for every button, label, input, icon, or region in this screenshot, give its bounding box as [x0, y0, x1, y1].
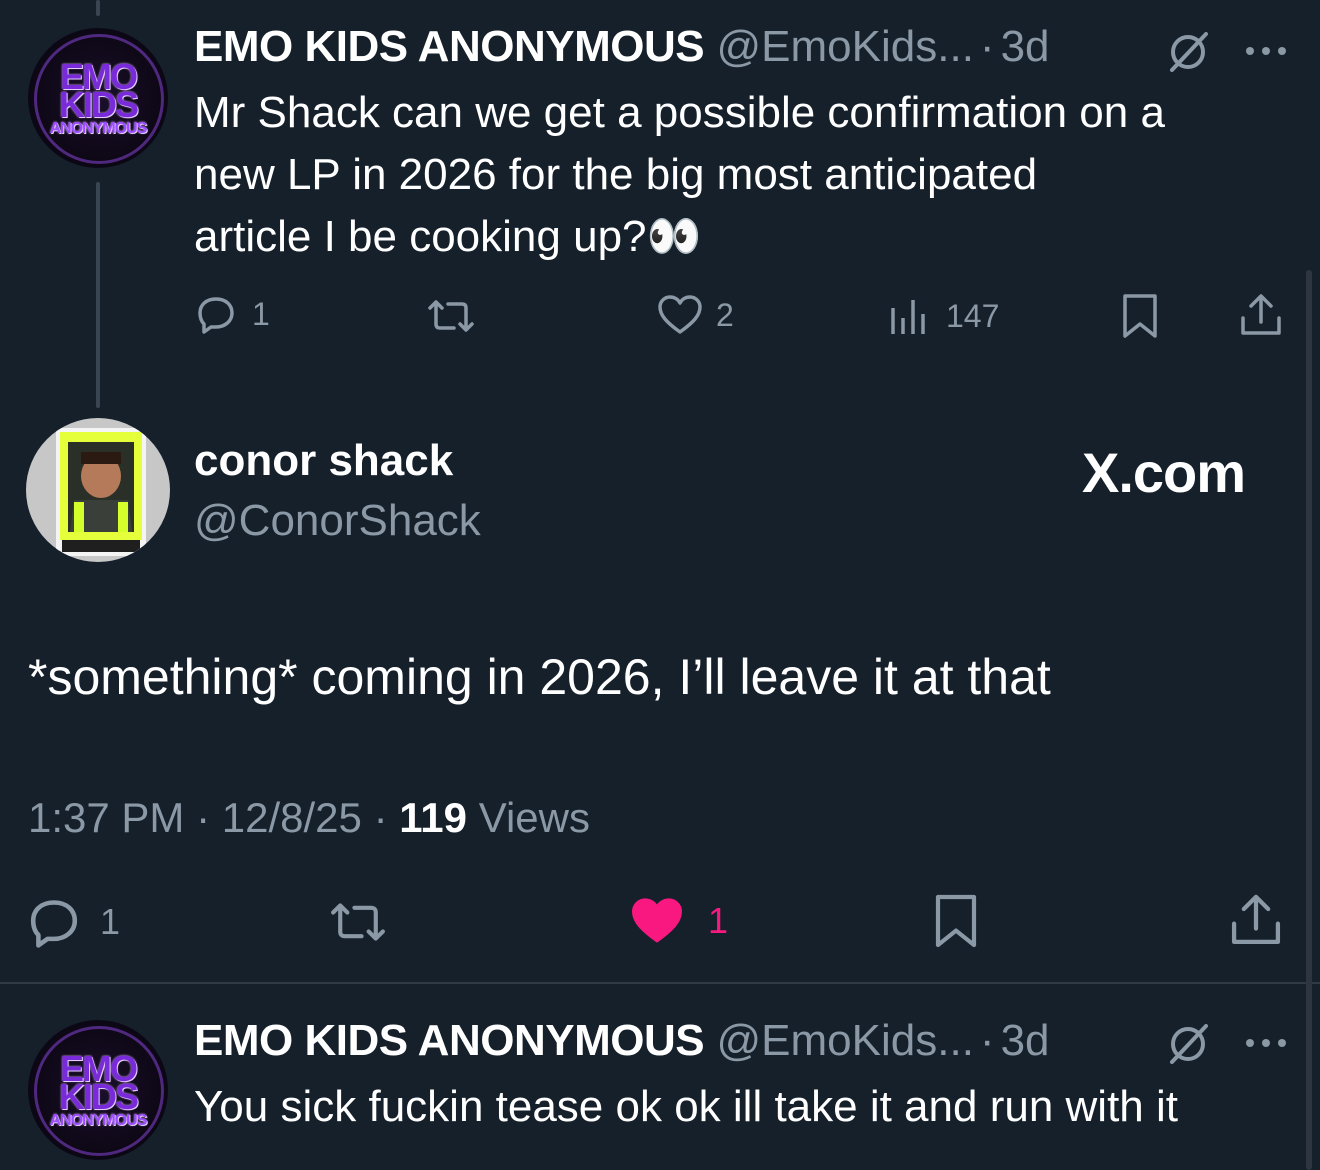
views-count: 147	[946, 297, 1000, 334]
reply-icon	[28, 896, 80, 948]
reply-button[interactable]: 1	[28, 896, 120, 948]
author-name[interactable]: conor shack	[194, 436, 453, 486]
bookmark-button[interactable]	[1120, 292, 1160, 340]
avatar-text-3: ANONYMOUS	[49, 1112, 148, 1129]
tweet-text: You sick fuckin tease ok ok ill take it …	[194, 1082, 1178, 1131]
share-icon	[1238, 292, 1284, 338]
reply-count: 1	[100, 901, 121, 942]
reply-button[interactable]: 1	[196, 294, 270, 334]
dot-separator: ·	[196, 794, 211, 841]
retweet-icon	[326, 900, 390, 944]
author-handle[interactable]: @ConorShack	[194, 496, 481, 546]
tweet-header: EMO KIDS ANONYMOUS @EmoKids... · 3d	[194, 22, 1050, 72]
author-handle[interactable]: @EmoKids...	[717, 22, 974, 71]
bookmark-icon	[932, 892, 980, 950]
retweet-icon	[424, 298, 478, 334]
tweet-time[interactable]: 3d	[1001, 1016, 1050, 1065]
avatar[interactable]: EMO KIDS ANONYMOUS	[28, 1020, 168, 1160]
bookmark-button[interactable]	[932, 892, 980, 950]
like-icon	[656, 294, 704, 336]
more-icon[interactable]	[1244, 1036, 1288, 1054]
thread-line	[96, 182, 100, 408]
thread-line-top	[96, 0, 100, 16]
retweet-button[interactable]	[326, 900, 390, 944]
tweet-text: *something* coming in 2026, I’ll leave i…	[28, 649, 1051, 705]
avatar-text-3: ANONYMOUS	[49, 120, 148, 137]
avatar[interactable]	[26, 418, 170, 562]
dot-separator: ·	[373, 794, 388, 841]
share-button[interactable]	[1228, 892, 1284, 948]
author-name[interactable]: EMO KIDS ANONYMOUS	[194, 22, 705, 71]
dot-separator: ·	[979, 22, 995, 71]
grok-icon[interactable]	[1166, 1022, 1210, 1071]
tweet-text: Mr Shack can we get a possible confirmat…	[194, 82, 1294, 268]
author-name[interactable]: EMO KIDS ANONYMOUS	[194, 1016, 705, 1065]
more-icon[interactable]	[1244, 44, 1288, 62]
tweet-text-line-3: article I be cooking up?👀	[194, 212, 702, 261]
views-button[interactable]: 147	[888, 296, 999, 336]
like-button[interactable]: 1	[628, 896, 728, 946]
views-icon	[888, 296, 930, 336]
bookmark-icon	[1120, 292, 1160, 340]
tweet-date[interactable]: 12/8/25	[222, 794, 362, 841]
author-handle[interactable]: @EmoKids...	[717, 1016, 974, 1065]
dot-separator: ·	[979, 1016, 995, 1065]
reply-icon	[196, 294, 236, 334]
share-icon	[1228, 892, 1284, 948]
tweet-time[interactable]: 1:37 PM	[28, 794, 184, 841]
tweet-text-line-1: Mr Shack can we get a possible confirmat…	[194, 88, 1165, 137]
like-button[interactable]: 2	[656, 294, 734, 336]
like-icon	[628, 896, 686, 946]
divider	[0, 982, 1320, 984]
like-count: 2	[716, 296, 734, 333]
like-count: 1	[708, 900, 729, 941]
tweet-time[interactable]: 3d	[1001, 22, 1050, 71]
tweet-text-line-2: new LP in 2026 for the big most anticipa…	[194, 150, 1038, 199]
views-label: Views	[478, 794, 590, 841]
retweet-button[interactable]	[424, 298, 478, 334]
brand-watermark: X.com	[1082, 441, 1246, 504]
views-count: 119	[399, 794, 468, 841]
tweet-header: EMO KIDS ANONYMOUS @EmoKids... · 3d	[194, 1016, 1050, 1066]
avatar[interactable]: EMO KIDS ANONYMOUS	[28, 28, 168, 168]
reply-count: 1	[252, 295, 270, 332]
scrollbar[interactable]	[1306, 270, 1312, 1170]
tweet-meta: 1:37 PM · 12/8/25 · 119 Views	[28, 794, 590, 842]
grok-icon[interactable]	[1166, 30, 1210, 79]
share-button[interactable]	[1238, 292, 1284, 338]
